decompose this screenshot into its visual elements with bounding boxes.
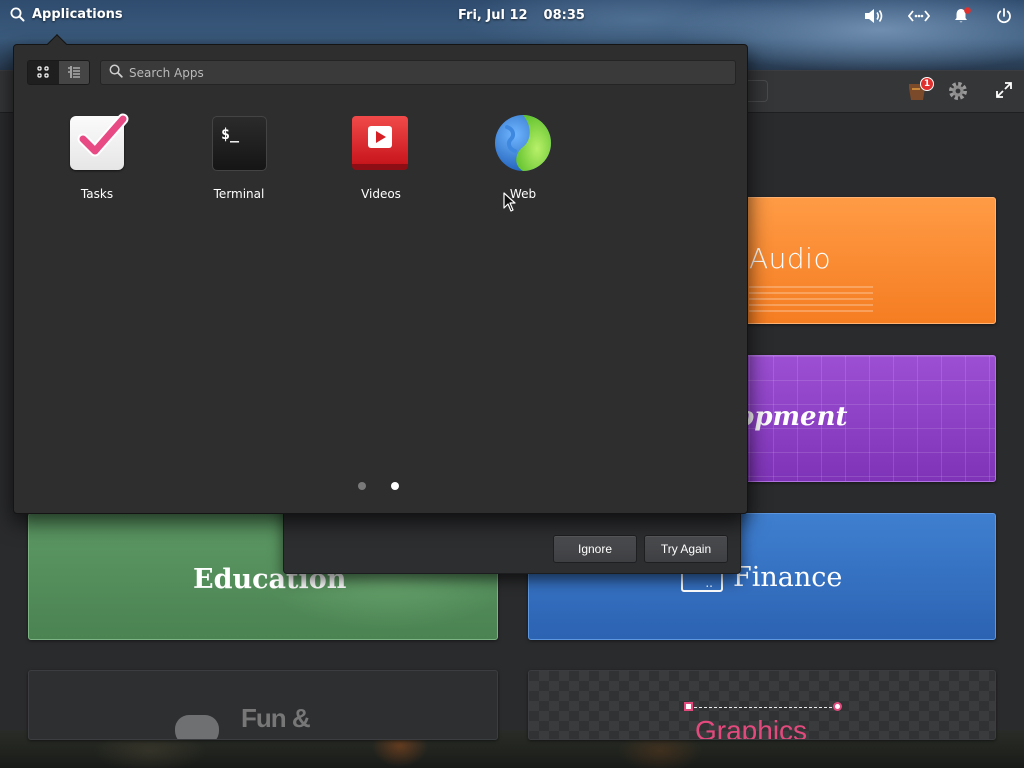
datetime-indicator[interactable]: Fri, Jul 12 08:35 xyxy=(458,8,585,23)
category-view-button[interactable] xyxy=(58,61,89,84)
category-fun-tile[interactable]: Fun & xyxy=(28,670,498,740)
category-finance-label: Finance xyxy=(733,562,843,593)
maximize-icon[interactable] xyxy=(996,82,1012,102)
power-icon[interactable] xyxy=(996,7,1012,24)
date-label: Fri, Jul 12 xyxy=(458,8,528,23)
web-icon xyxy=(493,113,553,173)
videos-icon xyxy=(351,113,411,173)
search-icon xyxy=(10,7,25,22)
category-development-label: opment xyxy=(737,402,848,432)
tasks-icon xyxy=(67,113,129,173)
app-web[interactable]: Web xyxy=(463,113,583,201)
grid-view-icon xyxy=(37,63,49,82)
app-terminal[interactable]: $_ Terminal xyxy=(179,113,299,201)
category-graphics-label: Graphics xyxy=(695,715,808,740)
search-input[interactable] xyxy=(129,65,709,80)
volume-icon[interactable] xyxy=(864,8,884,24)
updates-badge: 1 xyxy=(920,77,934,91)
app-label: Tasks xyxy=(80,187,114,201)
gear-icon[interactable] xyxy=(946,79,970,107)
search-field xyxy=(100,60,736,85)
app-label: Terminal xyxy=(213,187,265,201)
wallet-icon-glyph: .. xyxy=(705,576,713,590)
category-view-icon xyxy=(67,63,81,82)
app-tasks[interactable]: Tasks xyxy=(37,113,157,201)
app-videos[interactable]: Videos xyxy=(321,113,441,201)
mouse-pointer-icon xyxy=(503,192,516,212)
app-label: Web xyxy=(509,187,537,201)
notifications-icon[interactable] xyxy=(954,7,972,24)
round-handle-icon xyxy=(833,702,842,711)
applications-label: Applications xyxy=(32,7,123,22)
category-audio-label: Audio xyxy=(749,242,832,275)
ignore-button[interactable]: Ignore xyxy=(553,535,637,563)
terminal-icon: $_ xyxy=(209,113,269,173)
page-dot-1[interactable] xyxy=(358,482,366,490)
top-panel: Applications Fri, Jul 12 08:35 xyxy=(0,0,1024,32)
time-label: 08:35 xyxy=(543,8,585,23)
network-icon[interactable] xyxy=(908,9,930,23)
applications-menu-button[interactable]: Applications xyxy=(10,7,123,22)
category-graphics-tile[interactable]: Graphics xyxy=(528,670,996,740)
gamepad-icon xyxy=(175,715,219,739)
page-dot-2[interactable] xyxy=(391,482,399,490)
page-indicator xyxy=(358,482,399,490)
applications-popover: Tasks $_ Terminal Videos Web xyxy=(13,34,748,514)
view-mode-switcher xyxy=(27,60,90,85)
grid-view-button[interactable] xyxy=(28,61,59,84)
app-label: Videos xyxy=(361,187,401,201)
category-fun-label: Fun & xyxy=(241,703,311,733)
search-icon xyxy=(109,63,123,82)
audio-waveform-decoration xyxy=(749,286,873,312)
try-again-button[interactable]: Try Again xyxy=(644,535,728,563)
square-handle-icon xyxy=(684,702,693,711)
terminal-glyph: $_ xyxy=(212,116,267,171)
system-indicators xyxy=(864,7,1012,24)
